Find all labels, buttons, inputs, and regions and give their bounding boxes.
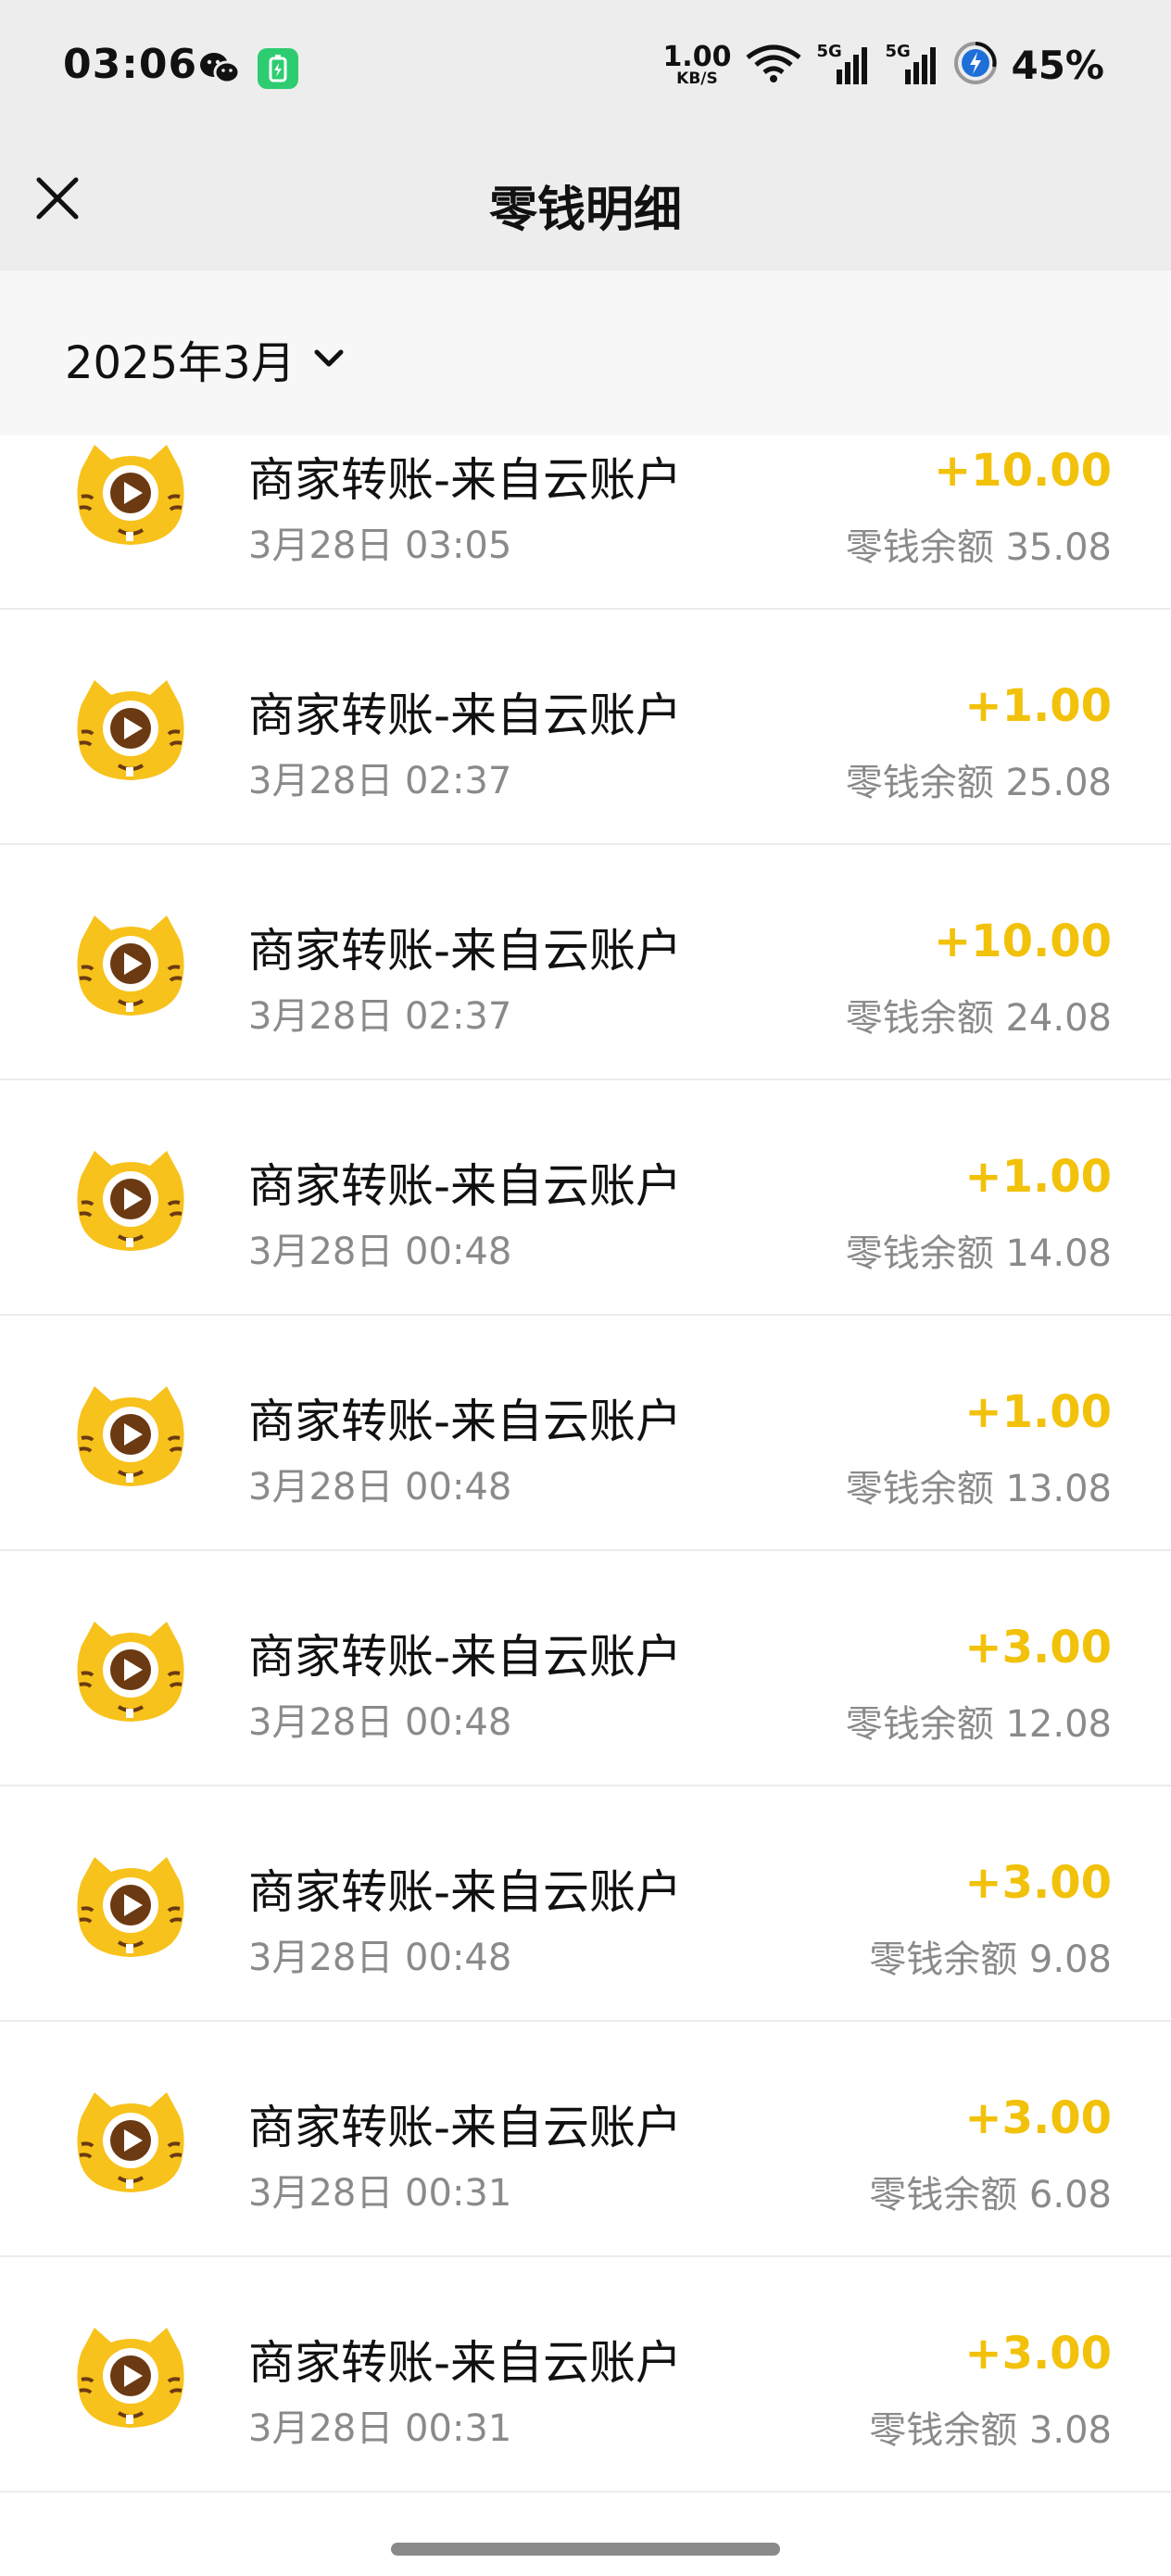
merchant-avatar-icon (77, 1622, 184, 1722)
transaction-time: 3月28日 02:37 (248, 760, 512, 802)
transaction-balance: 零钱余额 14.08 (845, 1232, 1112, 1275)
transaction-balance: 零钱余额 9.08 (869, 1938, 1112, 1981)
wifi-icon (744, 43, 803, 87)
home-indicator[interactable] (391, 2543, 780, 2556)
transaction-time: 3月28日 00:48 (248, 1231, 512, 1273)
transaction-amount: +10.00 (933, 915, 1112, 967)
transaction-row[interactable]: 商家转账-来自云账户 3月28日 00:31 +3.00 零钱余额 3.08 (0, 2257, 1171, 2493)
transaction-title: 商家转账-来自云账户 (248, 1865, 683, 1919)
merchant-avatar-icon (77, 1386, 184, 1486)
network-speed-unit: KB/S (676, 69, 718, 88)
transaction-title: 商家转账-来自云账户 (248, 1159, 683, 1213)
transaction-balance: 零钱余额 24.08 (845, 997, 1112, 1040)
transaction-row[interactable]: 商家转账-来自云账户 3月28日 00:48 +3.00 零钱余额 9.08 (0, 1787, 1171, 2022)
merchant-avatar-icon (77, 2092, 184, 2192)
home-bar-area (0, 2520, 1171, 2576)
transaction-time: 3月28日 00:31 (248, 2407, 512, 2450)
transaction-amount: +10.00 (933, 445, 1112, 497)
month-label: 2025年3月 (65, 337, 296, 389)
transaction-title: 商家转账-来自云账户 (248, 2101, 683, 2154)
nav-bar: 零钱明细 (0, 139, 1171, 271)
transaction-amount: +1.00 (964, 1151, 1112, 1203)
status-bar: 03:06 1.00 KB/S 5G 5G 45% (0, 0, 1171, 139)
wechat-icon (198, 50, 241, 87)
transaction-balance: 零钱余额 6.08 (869, 2174, 1112, 2216)
status-system-icons: 1.00 KB/S 5G 5G 45% (662, 41, 1104, 89)
transaction-time: 3月28日 02:37 (248, 995, 512, 1038)
transaction-title: 商家转账-来自云账户 (248, 1395, 683, 1448)
month-selector[interactable]: 2025年3月 (65, 326, 346, 391)
transaction-balance: 零钱余额 12.08 (845, 1703, 1112, 1746)
page-title: 零钱明细 (488, 183, 682, 238)
transaction-title: 商家转账-来自云账户 (248, 924, 683, 978)
merchant-avatar-icon (77, 915, 184, 1016)
transaction-amount: +3.00 (964, 1622, 1112, 1673)
transaction-time: 3月28日 03:05 (248, 524, 512, 567)
battery-saver-icon (258, 48, 298, 89)
transaction-row[interactable]: 商家转账-来自云账户 3月28日 02:37 +10.00 零钱余额 24.08 (0, 845, 1171, 1080)
transaction-balance: 零钱余额 25.08 (845, 762, 1112, 804)
transaction-balance: 零钱余额 35.08 (845, 526, 1112, 569)
transaction-time: 3月28日 00:48 (248, 1937, 512, 1979)
transaction-list: 商家转账-来自云账户 3月28日 03:05 +10.00 零钱余额 35.08… (0, 436, 1171, 2520)
transaction-row[interactable]: 商家转账-来自云账户 3月28日 00:48 +3.00 零钱余额 12.08 (0, 1551, 1171, 1787)
transaction-title: 商家转账-来自云账户 (248, 2336, 683, 2390)
transaction-amount: +3.00 (964, 2092, 1112, 2144)
chevron-down-icon (314, 349, 344, 367)
transaction-title: 商家转账-来自云账户 (248, 453, 683, 507)
network-speed-value: 1.00 (662, 40, 732, 73)
merchant-avatar-icon (77, 1151, 184, 1251)
transaction-row[interactable]: 商家转账-来自云账户 3月28日 00:48 +1.00 零钱余额 14.08 (0, 1080, 1171, 1316)
transaction-amount: +1.00 (964, 1386, 1112, 1438)
status-notification-icons (198, 48, 298, 89)
merchant-avatar-icon (77, 445, 184, 545)
network-speed: 1.00 KB/S (662, 40, 732, 88)
signal-icon-sim2: 5G (885, 42, 940, 86)
transaction-time: 3月28日 00:31 (248, 2172, 512, 2215)
merchant-avatar-icon (77, 1857, 184, 1957)
status-time: 03:06 (63, 41, 198, 88)
merchant-avatar-icon (77, 680, 184, 780)
battery-charging-icon (953, 41, 998, 89)
transaction-amount: +3.00 (964, 2328, 1112, 2380)
transaction-amount: +3.00 (964, 1857, 1112, 1909)
transaction-row[interactable]: 商家转账-来自云账户 3月28日 00:48 +1.00 零钱余额 13.08 (0, 1316, 1171, 1551)
transaction-time: 3月28日 00:48 (248, 1466, 512, 1509)
transaction-balance: 零钱余额 13.08 (845, 1468, 1112, 1510)
merchant-avatar-icon (77, 2328, 184, 2428)
transaction-time: 3月28日 00:48 (248, 1701, 512, 1744)
transaction-row[interactable]: 商家转账-来自云账户 3月28日 03:05 +10.00 零钱余额 35.08 (0, 436, 1171, 610)
transaction-row[interactable]: 商家转账-来自云账户 3月28日 02:37 +1.00 零钱余额 25.08 (0, 610, 1171, 845)
transaction-title: 商家转账-来自云账户 (248, 1630, 683, 1684)
transaction-row[interactable]: 商家转账-来自云账户 3月28日 00:31 +3.00 零钱余额 6.08 (0, 2022, 1171, 2257)
signal-icon-sim1: 5G (816, 42, 872, 86)
battery-percent: 45% (1011, 42, 1104, 88)
transaction-amount: +1.00 (964, 680, 1112, 732)
transaction-balance: 零钱余额 3.08 (869, 2409, 1112, 2452)
filter-bar: 2025年3月 (0, 271, 1171, 436)
transaction-title: 商家转账-来自云账户 (248, 688, 683, 742)
